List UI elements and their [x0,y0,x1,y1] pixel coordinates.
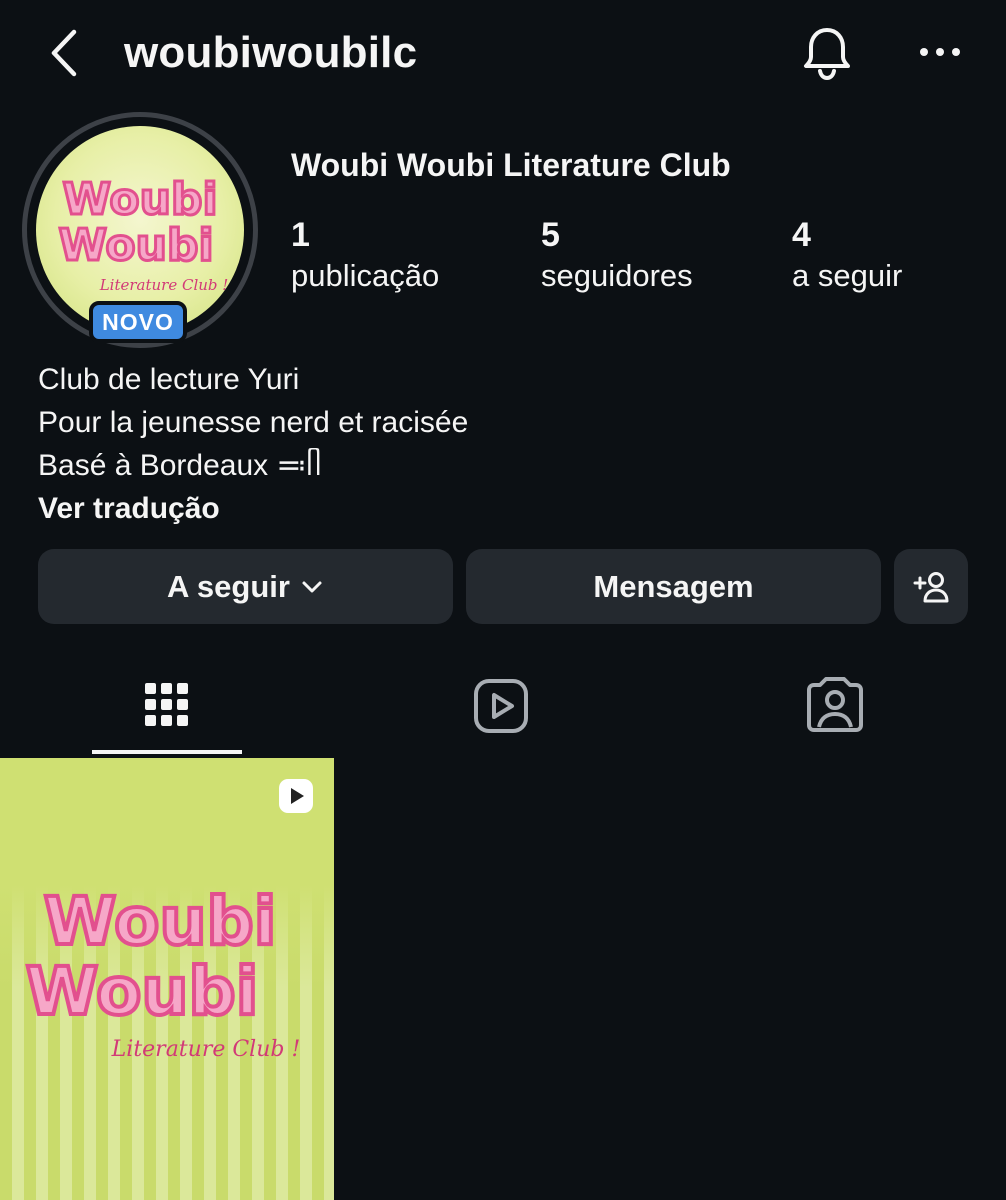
profile-display-name: Woubi Woubi Literature Club [291,147,731,183]
more-horizontal-icon [920,48,960,56]
tab-reels[interactable] [426,665,576,755]
tab-grid[interactable] [92,665,242,755]
bio-line: Pour la jeunesse nerd et racisée [38,406,469,439]
stat-followers-label: seguidores [541,258,693,293]
tagged-person-icon [807,677,863,732]
bio-line: Club de lecture Yuri [38,363,300,396]
stat-following-count: 4 [792,216,811,254]
profile-username: woubiwoubilc [124,28,418,77]
top-bar: woubiwoubilc [0,0,1006,105]
new-badge: NOVO [89,301,187,343]
svg-text:Literature Club !: Literature Club ! [99,276,229,294]
back-button[interactable] [42,26,86,80]
stat-posts[interactable]: 1 publicação [291,214,439,296]
stat-following-label: a seguir [792,258,903,293]
svg-text:Literature Club !: Literature Club ! [111,1037,301,1062]
svg-text:Woubi: Woubi [26,953,259,1030]
post-thumbnail[interactable]: Woubi Woubi Literature Club ! [0,758,334,1200]
profile-avatar[interactable]: Woubi Woubi Literature Club ! NOVO [22,112,258,348]
profile-bio: Club de lecture Yuri Pour la jeunesse ne… [38,358,968,529]
see-translation-link[interactable]: Ver tradução [38,489,968,529]
suggested-accounts-button[interactable] [894,549,968,624]
svg-text:Woubi: Woubi [44,883,277,960]
chevron-down-icon [302,581,322,592]
tab-tagged[interactable] [760,665,910,755]
bell-icon [804,28,850,81]
stat-following[interactable]: 4 a seguir [792,214,902,296]
active-tab-indicator [92,750,242,754]
reels-icon [474,679,528,733]
reel-indicator [276,776,316,816]
message-button-label: Mensagem [593,568,754,604]
stat-followers[interactable]: 5 seguidores [541,214,693,296]
notifications-button[interactable] [796,22,858,84]
profile-screen: woubiwoubilc Woubi Woubi Literature Club… [0,0,1006,1200]
following-button[interactable]: A seguir [38,549,453,624]
stat-followers-count: 5 [541,216,560,254]
message-button[interactable]: Mensagem [466,549,881,624]
svg-text:Woubi: Woubi [58,220,213,271]
svg-text:Woubi: Woubi [62,174,217,225]
following-button-label: A seguir [167,568,290,604]
post-woubi-logo: Woubi Woubi Literature Club ! [24,881,301,1062]
reel-play-icon [279,779,313,813]
add-person-icon [913,571,949,602]
stat-posts-label: publicação [291,258,440,293]
grid-icon [145,683,188,726]
chevron-left-icon [51,29,77,77]
stat-posts-count: 1 [291,216,310,254]
bio-line: Basé à Bordeaux ≕ᥥ [38,449,322,482]
more-options-button[interactable] [914,32,966,72]
